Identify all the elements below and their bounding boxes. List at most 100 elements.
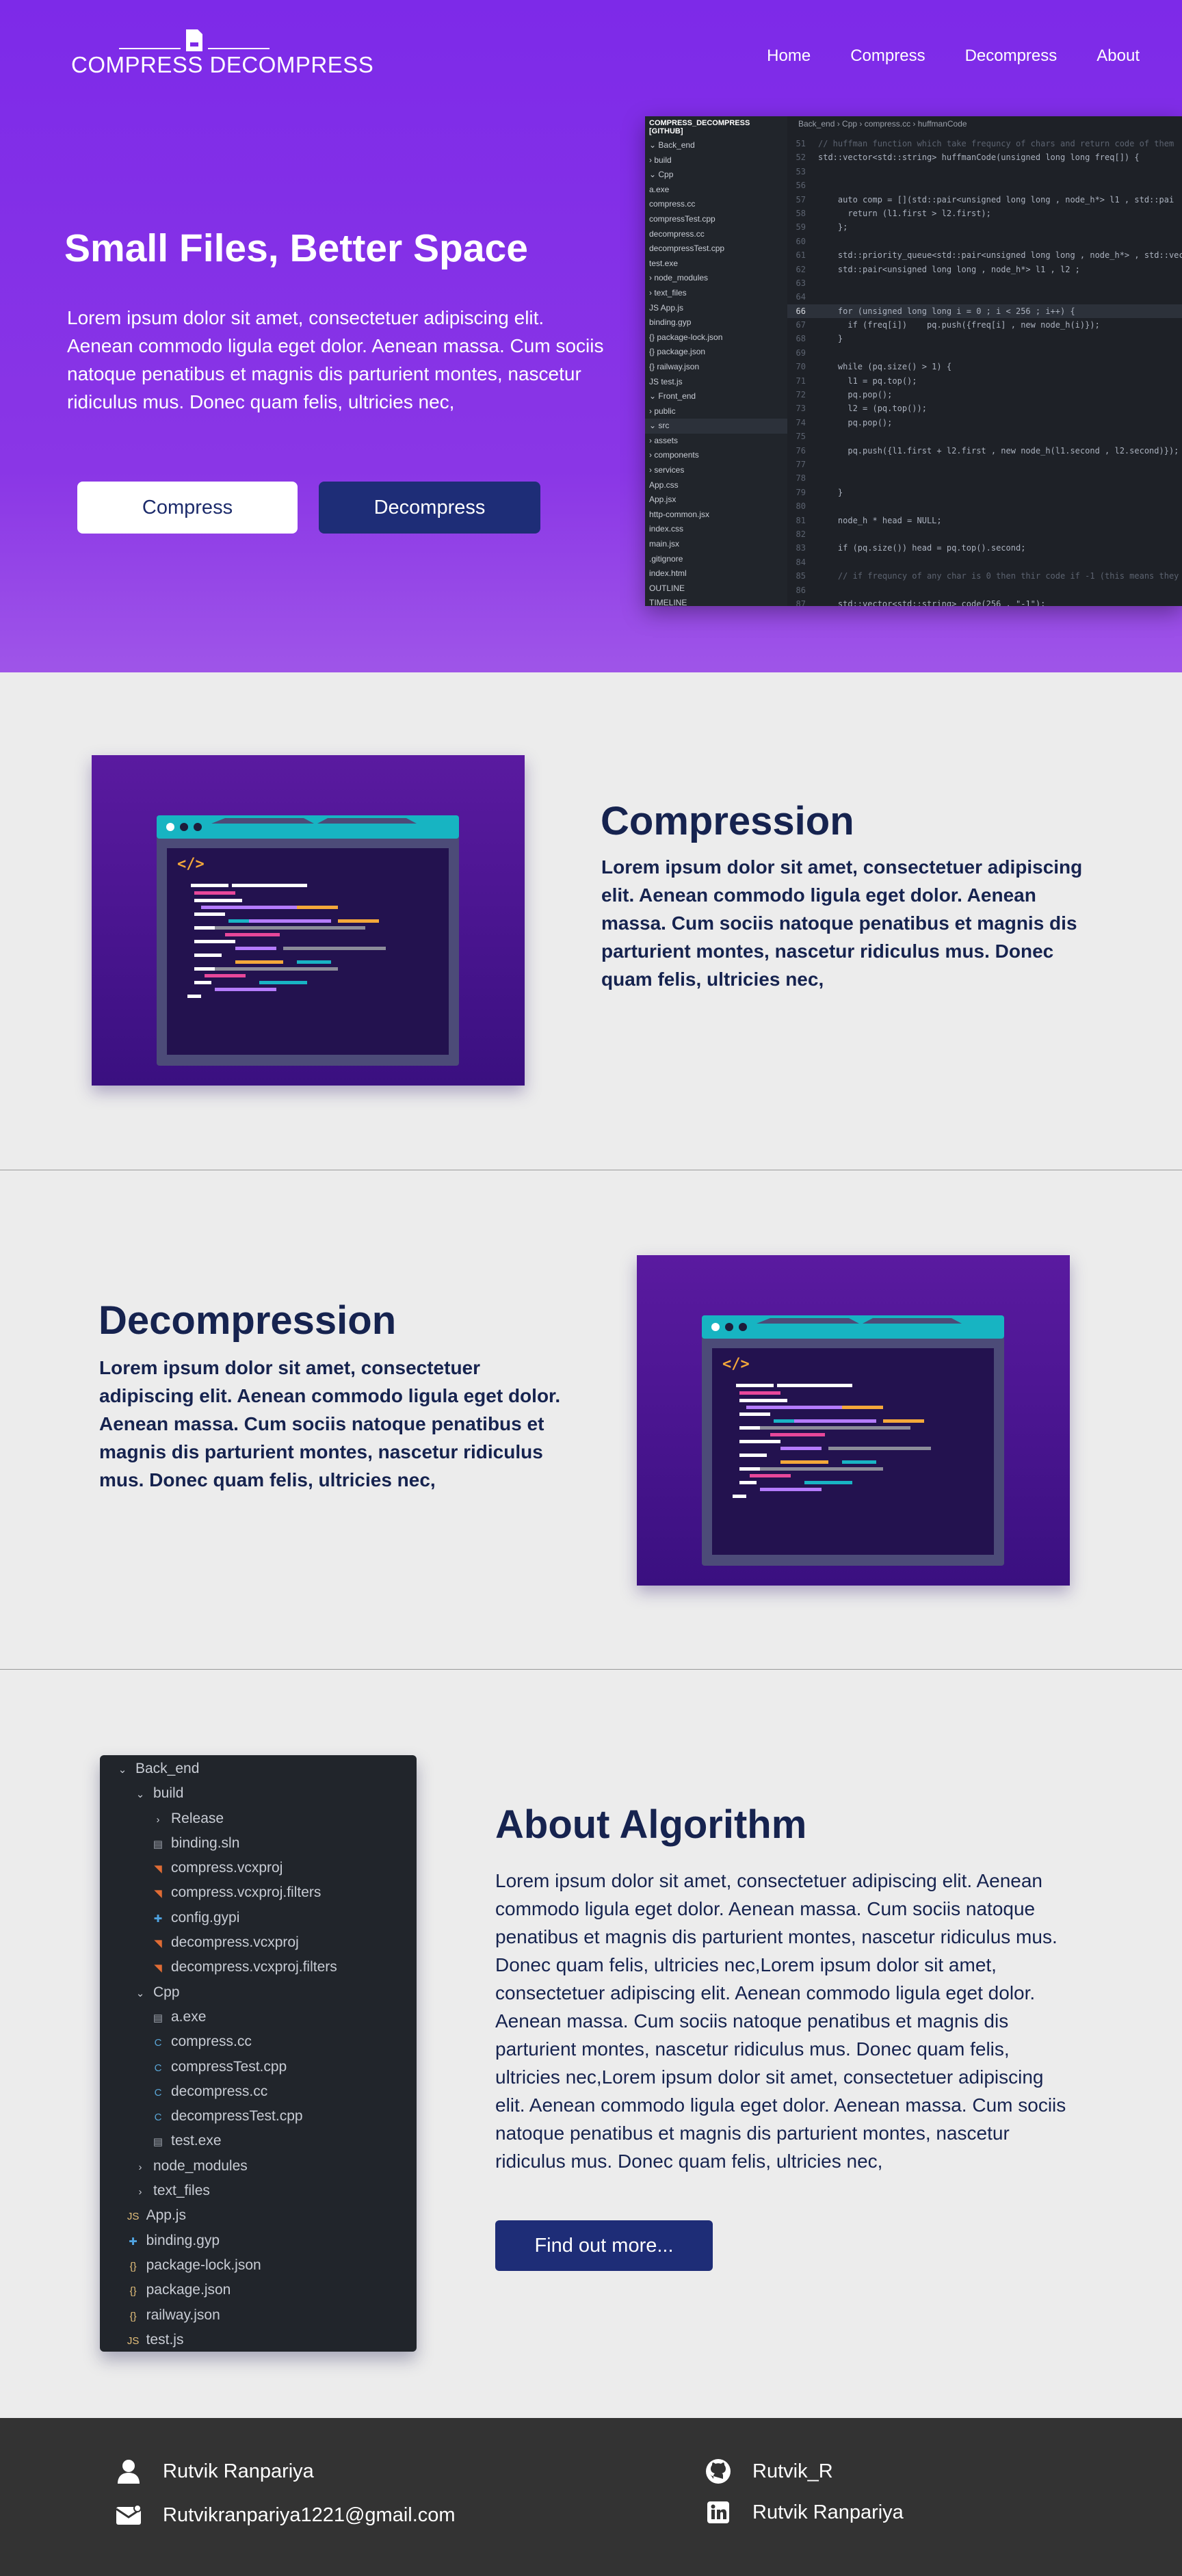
- file-tree-label: compress.vcxproj: [171, 1860, 283, 1876]
- file-tree: ⌄ Back_end ⌄ build › Release ▤ binding.sln ◥ comp…: [100, 1757, 417, 2352]
- explorer-item[interactable]: http-common.jsx: [645, 508, 787, 523]
- file-type-icon: ✚: [153, 1913, 163, 1925]
- line-number: 70: [796, 362, 806, 372]
- file-tree-item[interactable]: › text_files: [100, 2179, 417, 2203]
- file-tree-item[interactable]: ⌄ Back_end: [100, 1757, 417, 1781]
- footer-linkedin-text[interactable]: Rutvik Ranpariya: [752, 2501, 904, 2524]
- explorer-item[interactable]: › node_modules: [645, 271, 787, 286]
- line-code: pq.push({l1.first + l2.first , new node_…: [818, 445, 1179, 456]
- file-tree-item[interactable]: CdecompressTest.cpp: [100, 2104, 417, 2129]
- footer-github[interactable]: Rutvik_R: [705, 2458, 833, 2485]
- file-tree-label: decompress.cc: [171, 2083, 268, 2099]
- file-tree-label: package.json: [146, 2282, 231, 2298]
- file-tree-label: Release: [171, 1810, 224, 1826]
- file-tree-item[interactable]: › node_modules: [100, 2154, 417, 2179]
- file-type-icon: C: [154, 2112, 162, 2124]
- file-tree-item[interactable]: ▤ a.exe: [100, 2005, 417, 2029]
- line-code: if (pq.size()) head = pq.top().second;: [818, 543, 1026, 553]
- file-tree-item[interactable]: ▤ binding.sln: [100, 1831, 417, 1856]
- explorer-item[interactable]: › build: [645, 153, 787, 168]
- explorer-item[interactable]: ⌄ Cpp: [645, 168, 787, 183]
- file-tree-item[interactable]: {} package.json: [100, 2278, 417, 2302]
- compress-button[interactable]: Compress: [77, 482, 298, 534]
- code-line: 56: [787, 179, 1182, 192]
- find-out-more-button[interactable]: Find out more...: [495, 2220, 713, 2271]
- decompress-button[interactable]: Decompress: [319, 482, 540, 534]
- line-number: 51: [796, 139, 806, 148]
- decompression-section: Decompression Lorem ipsum dolor sit amet…: [0, 1170, 1182, 1670]
- explorer-item[interactable]: index.css: [645, 522, 787, 537]
- explorer-item[interactable]: {} package.json: [645, 345, 787, 360]
- explorer-item[interactable]: {} package-lock.json: [645, 330, 787, 345]
- file-tree-label: test.exe: [171, 2133, 222, 2149]
- footer-linkedin[interactable]: Rutvik Ranpariya: [705, 2499, 904, 2526]
- nav-decompress-link[interactable]: Decompress: [965, 47, 1058, 66]
- explorer-item[interactable]: decompress.cc: [645, 227, 787, 242]
- file-type-icon: ⌄: [135, 1789, 145, 1801]
- mail-icon: [115, 2501, 142, 2529]
- file-tree-item[interactable]: ◥ compress.vcxproj: [100, 1856, 417, 1880]
- file-tree-item[interactable]: ⌄ build: [100, 1781, 417, 1806]
- file-tree-item[interactable]: Cdecompress.cc: [100, 2079, 417, 2104]
- explorer-item[interactable]: App.css: [645, 478, 787, 493]
- explorer-item[interactable]: a.exe: [645, 183, 787, 198]
- file-tree-item[interactable]: ✚ config.gypi: [100, 1906, 417, 1930]
- file-tree-item[interactable]: ⌄ Cpp: [100, 1980, 417, 2005]
- explorer-item[interactable]: main.jsx: [645, 537, 787, 552]
- explorer-item[interactable]: JS App.js: [645, 301, 787, 316]
- site-logo[interactable]: COMPRESS DECOMPRESS: [71, 27, 373, 82]
- file-tree-item[interactable]: {} railway.json: [100, 2303, 417, 2328]
- explorer-item[interactable]: index.html: [645, 566, 787, 581]
- explorer-item[interactable]: ⌄ Back_end: [645, 138, 787, 153]
- file-tree-item[interactable]: ◥ decompress.vcxproj: [100, 1930, 417, 1955]
- explorer-item[interactable]: › public: [645, 404, 787, 419]
- explorer-item[interactable]: JS test.js: [645, 375, 787, 390]
- code-line: 74 pq.pop();: [787, 416, 1182, 430]
- file-tree-item[interactable]: CcompressTest.cpp: [100, 2055, 417, 2079]
- file-tree-item[interactable]: ✚ binding.gyp: [100, 2229, 417, 2253]
- explorer-item[interactable]: › components: [645, 448, 787, 463]
- explorer-item[interactable]: .gitignore: [645, 552, 787, 567]
- nav-compress-link[interactable]: Compress: [850, 47, 925, 66]
- explorer-item[interactable]: › assets: [645, 434, 787, 449]
- explorer-item[interactable]: binding.gyp: [645, 315, 787, 330]
- explorer-item[interactable]: ⌄ src: [645, 419, 787, 434]
- line-code: for (unsigned long long i = 0 ; i < 256 …: [818, 306, 1075, 316]
- explorer-item[interactable]: OUTLINE: [645, 581, 787, 596]
- explorer-item[interactable]: › text_files: [645, 286, 787, 301]
- line-code: node_h * head = NULL;: [818, 515, 942, 525]
- file-tree-item[interactable]: ◥ compress.vcxproj.filters: [100, 1880, 417, 1905]
- compression-description: Lorem ipsum dolor sit amet, consectetuer…: [601, 856, 1083, 990]
- file-tree-item[interactable]: ▤ test.exe: [100, 2129, 417, 2153]
- footer: Rutvik Ranpariya Rutvikranpariya1221@gma…: [0, 2418, 1182, 2576]
- explorer-item[interactable]: test.exe: [645, 257, 787, 272]
- file-tree-label: decompressTest.cpp: [171, 2108, 303, 2125]
- footer-github-text[interactable]: Rutvik_R: [752, 2460, 833, 2483]
- code-line: 87 std::vector<std::string> code(256 , "…: [787, 597, 1182, 606]
- explorer-item[interactable]: TIMELINE: [645, 596, 787, 606]
- explorer-item[interactable]: compressTest.cpp: [645, 212, 787, 227]
- line-number: 87: [796, 599, 806, 606]
- nav-about-link[interactable]: About: [1096, 47, 1140, 66]
- explorer-item[interactable]: compress.cc: [645, 197, 787, 212]
- file-tree-label: compress.cc: [171, 2034, 252, 2050]
- footer-email-text[interactable]: Rutvikranpariya1221@gmail.com: [163, 2504, 456, 2527]
- explorer-item[interactable]: App.jsx: [645, 492, 787, 508]
- footer-email[interactable]: Rutvikranpariya1221@gmail.com: [115, 2501, 456, 2529]
- explorer-item[interactable]: {} railway.json: [645, 360, 787, 375]
- about-section: ⌄ Back_end ⌄ build › Release ▤ binding.sln ◥ comp…: [0, 1670, 1182, 2418]
- file-tree-item[interactable]: Ccompress.cc: [100, 2029, 417, 2054]
- line-number: 76: [796, 445, 806, 456]
- file-tree-item[interactable]: JS test.js: [100, 2328, 417, 2352]
- explorer-item[interactable]: decompressTest.cpp: [645, 241, 787, 257]
- file-tree-item[interactable]: {} package-lock.json: [100, 2253, 417, 2278]
- code-line: 85 // if frequncy of any char is 0 then …: [787, 569, 1182, 583]
- explorer-item[interactable]: › services: [645, 463, 787, 478]
- file-tree-item[interactable]: JS App.js: [100, 2203, 417, 2228]
- file-tree-item[interactable]: ◥ decompress.vcxproj.filters: [100, 1955, 417, 1980]
- file-tree-label: build: [153, 1785, 184, 1802]
- nav-home-link[interactable]: Home: [767, 47, 811, 66]
- file-tree-item[interactable]: › Release: [100, 1806, 417, 1831]
- explorer-item[interactable]: ⌄ Front_end: [645, 389, 787, 404]
